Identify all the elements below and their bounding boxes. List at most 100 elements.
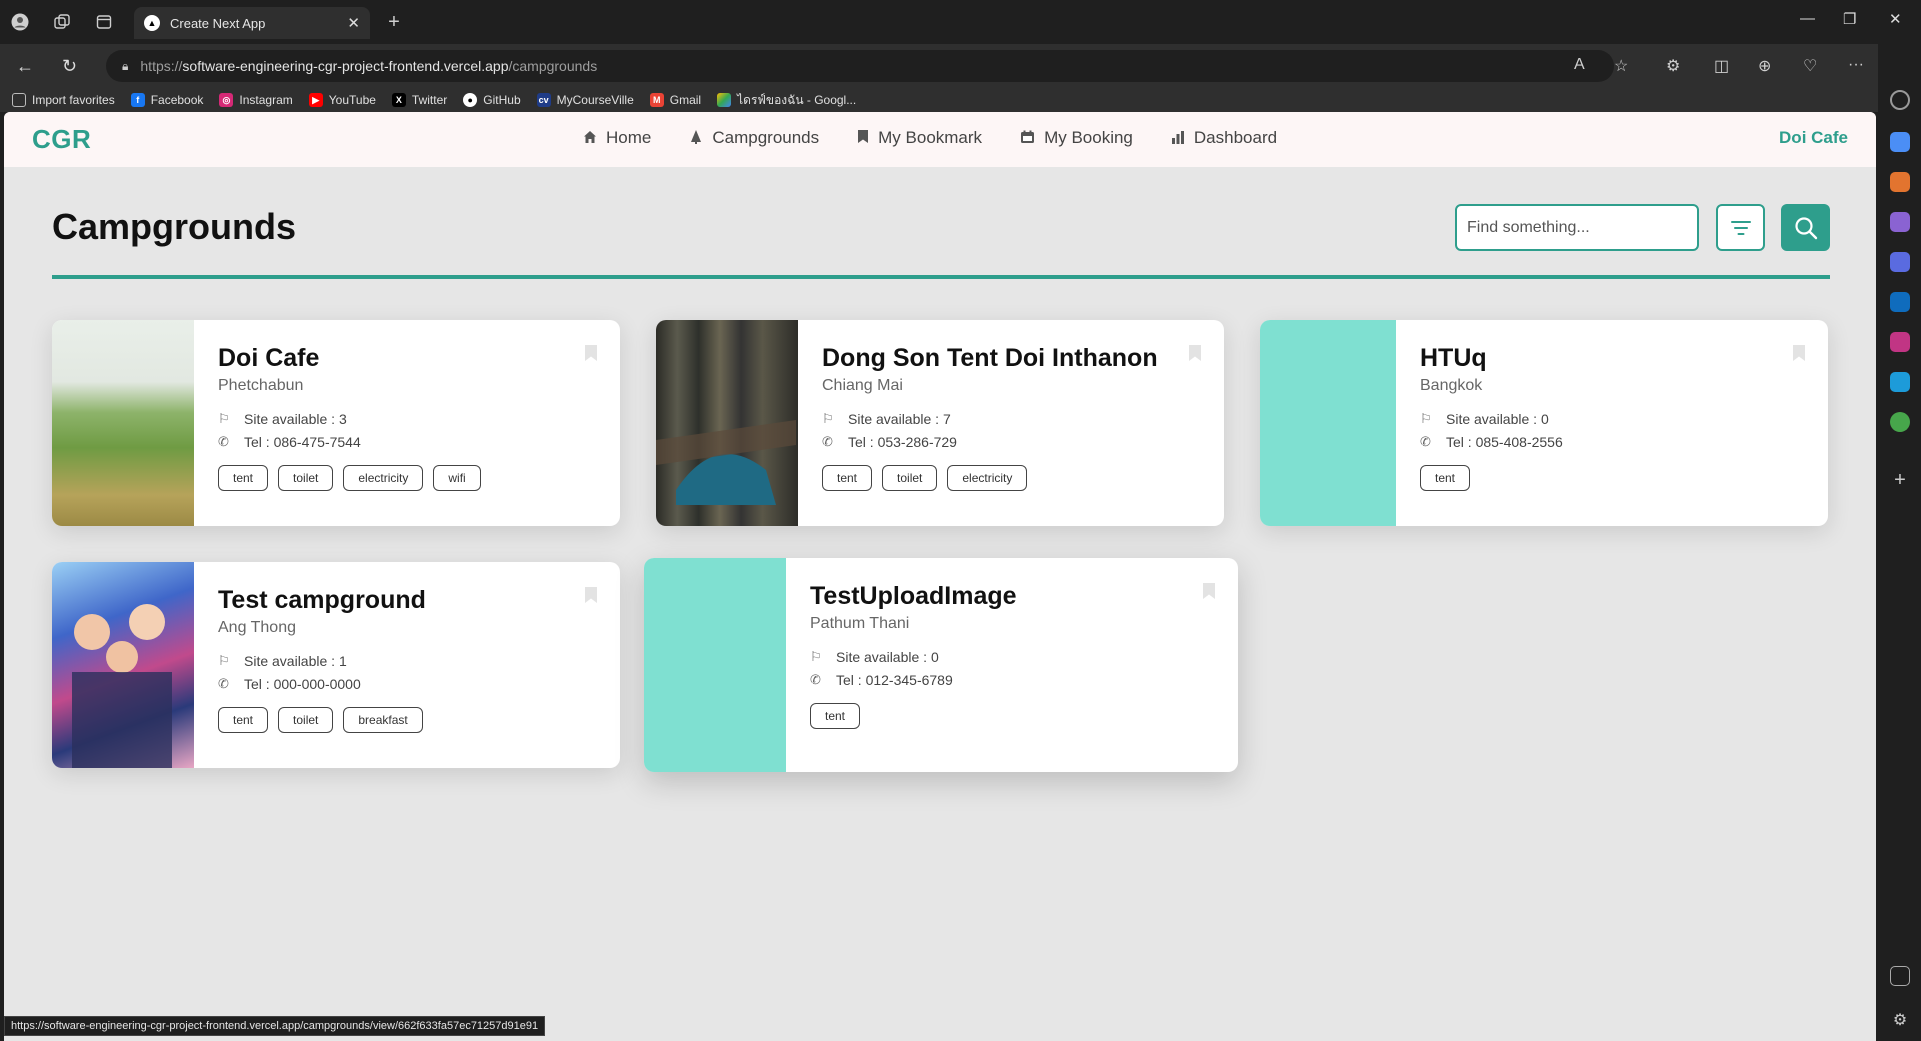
browser-tab[interactable]: ▲ Create Next App ✕	[134, 7, 370, 39]
favorite-youtube[interactable]: ▶ YouTube	[308, 93, 376, 107]
phone-icon: ✆	[822, 434, 833, 449]
tab-title: Create Next App	[170, 15, 266, 31]
performance-icon[interactable]: ♡	[1803, 56, 1817, 76]
new-tab-icon[interactable]: +	[384, 11, 404, 33]
campground-icon	[689, 129, 703, 147]
close-tab-icon[interactable]: ✕	[347, 14, 360, 32]
campground-location: Chiang Mai	[822, 377, 903, 394]
add-sidebar-icon[interactable]: +	[1890, 470, 1910, 490]
top-navbar: CGR Home Campgrounds My Bookmark My Book…	[4, 112, 1876, 167]
web-page: CGR Home Campgrounds My Bookmark My Book…	[4, 112, 1876, 1041]
favorite-mycourseville[interactable]: cv MyCourseVille	[536, 93, 634, 107]
search-button[interactable]	[1781, 204, 1830, 251]
favorite-label: Import favorites	[32, 93, 115, 107]
favorite-google-drive[interactable]: ไดรฟ์ของฉัน - Googl...	[717, 91, 856, 110]
outlook-icon[interactable]	[1890, 292, 1910, 312]
workspaces-icon[interactable]	[52, 12, 72, 32]
bookmark-icon[interactable]	[584, 344, 598, 362]
favorite-import[interactable]: Import favorites	[12, 93, 115, 107]
campground-card[interactable]: Doi Cafe Phetchabun ⚐ Site available : 3 …	[52, 320, 620, 526]
tag-list: tent	[810, 703, 1218, 729]
nav-my-booking[interactable]: My Booking	[1020, 128, 1133, 148]
title-divider	[52, 275, 1830, 279]
signpost-icon: ⚐	[218, 653, 230, 668]
logo[interactable]: CGR	[32, 124, 91, 155]
bookmark-icon[interactable]	[1792, 344, 1806, 362]
amenity-tag: breakfast	[343, 707, 423, 733]
telephone: Tel : 053-286-729	[848, 434, 957, 450]
amenity-tag: toilet	[278, 465, 334, 491]
nav-dashboard[interactable]: Dashboard	[1171, 128, 1277, 148]
bookmark-icon[interactable]	[1188, 344, 1202, 362]
nav-label: Dashboard	[1193, 128, 1278, 147]
mycourseville-icon: cv	[536, 93, 551, 107]
filter-button[interactable]	[1716, 204, 1765, 251]
filter-icon	[1730, 220, 1751, 235]
amenity-tag: tent	[822, 465, 873, 491]
phone-icon: ✆	[218, 434, 229, 449]
restore-icon[interactable]: ❐	[1843, 10, 1856, 28]
telegram-icon[interactable]	[1890, 372, 1910, 392]
tree-icon[interactable]	[1890, 412, 1910, 432]
amenity-tag: electricity	[343, 465, 424, 491]
designer-icon[interactable]	[1890, 332, 1910, 352]
favorite-gmail[interactable]: M Gmail	[649, 93, 701, 107]
amenity-tag: tent	[810, 703, 861, 729]
telephone: Tel : 012-345-6789	[836, 672, 953, 688]
nextjs-icon: ▲	[144, 15, 160, 31]
extensions-icon[interactable]: ⚙︎	[1666, 56, 1680, 76]
tab-actions-icon[interactable]	[94, 12, 114, 32]
split-screen-icon[interactable]: ◫	[1714, 56, 1729, 76]
campground-card[interactable]: Test campground Ang Thong ⚐ Site availabl…	[52, 562, 620, 768]
settings-icon[interactable]: ⚙︎	[1890, 1010, 1910, 1030]
url-path: /campgrounds	[508, 58, 598, 74]
address-toolbar: ← ↻ 🔒︎ https://software-engineering-cgr-…	[0, 44, 1921, 88]
refresh-icon[interactable]: ↻	[62, 56, 77, 77]
nav-label: Home	[606, 128, 652, 147]
campground-image-placeholder	[644, 558, 786, 772]
shopping-icon[interactable]	[1890, 132, 1910, 152]
favorite-instagram[interactable]: ◎ Instagram	[219, 93, 293, 107]
favorite-star-icon[interactable]: ☆	[1614, 56, 1628, 76]
github-icon: ●	[463, 93, 478, 107]
favorite-label: Facebook	[150, 93, 204, 107]
search-sidebar-icon[interactable]	[1890, 90, 1910, 110]
campground-card[interactable]: TestUploadImage Pathum Thani ⚐ Site avail…	[644, 558, 1238, 772]
anime-artwork	[72, 604, 172, 768]
browser-titlebar: ▲ Create Next App ✕ + — ❐ ✕	[0, 0, 1921, 44]
profile-icon[interactable]	[10, 12, 30, 32]
dashboard-icon	[1171, 130, 1185, 147]
site-available: Site available : 0	[1446, 411, 1549, 427]
campground-location: Pathum Thani	[810, 615, 910, 632]
minimize-icon[interactable]: —	[1800, 10, 1815, 27]
tag-list: tent toilet breakfast	[218, 707, 600, 733]
link-status-bar: https://software-engineering-cgr-project…	[4, 1016, 546, 1036]
bookmark-icon[interactable]	[584, 586, 598, 604]
copilot-sidebar-icon[interactable]	[1890, 252, 1910, 272]
close-window-icon[interactable]: ✕	[1889, 10, 1902, 28]
tools-icon[interactable]	[1890, 172, 1910, 192]
favorite-twitter[interactable]: X Twitter	[391, 93, 447, 107]
favorite-github[interactable]: ● GitHub	[463, 93, 521, 107]
campground-name: Doi Cafe	[218, 344, 320, 372]
campground-card[interactable]: Dong Son Tent Doi Inthanon Chiang Mai ⚐ S…	[656, 320, 1224, 526]
nav-my-bookmark[interactable]: My Bookmark	[857, 128, 982, 148]
nav-home[interactable]: Home	[583, 128, 651, 148]
screen-icon[interactable]	[1890, 966, 1910, 986]
favorite-label: ไดรฟ์ของฉัน - Googl...	[737, 92, 857, 107]
read-aloud-icon[interactable]: A	[1574, 56, 1585, 74]
address-bar[interactable]: 🔒︎ https://software-engineering-cgr-proj…	[106, 50, 1614, 82]
phone-icon: ✆	[218, 676, 229, 691]
user-menu[interactable]: Doi Cafe	[1779, 128, 1848, 148]
nav-campgrounds[interactable]: Campgrounds	[689, 128, 819, 148]
back-icon[interactable]: ←	[16, 56, 34, 77]
more-menu-icon[interactable]: ···	[1848, 56, 1864, 74]
telephone: Tel : 085-408-2556	[1446, 434, 1563, 450]
favorite-label: GitHub	[483, 93, 521, 107]
favorite-facebook[interactable]: f Facebook	[130, 93, 204, 107]
games-icon[interactable]	[1890, 212, 1910, 232]
search-input[interactable]	[1455, 204, 1699, 251]
bookmark-icon[interactable]	[1202, 582, 1216, 600]
collections-icon[interactable]: ⊕	[1758, 56, 1771, 76]
campground-card[interactable]: HTUq Bangkok ⚐ Site available : 0 ✆ Tel : …	[1260, 320, 1828, 526]
